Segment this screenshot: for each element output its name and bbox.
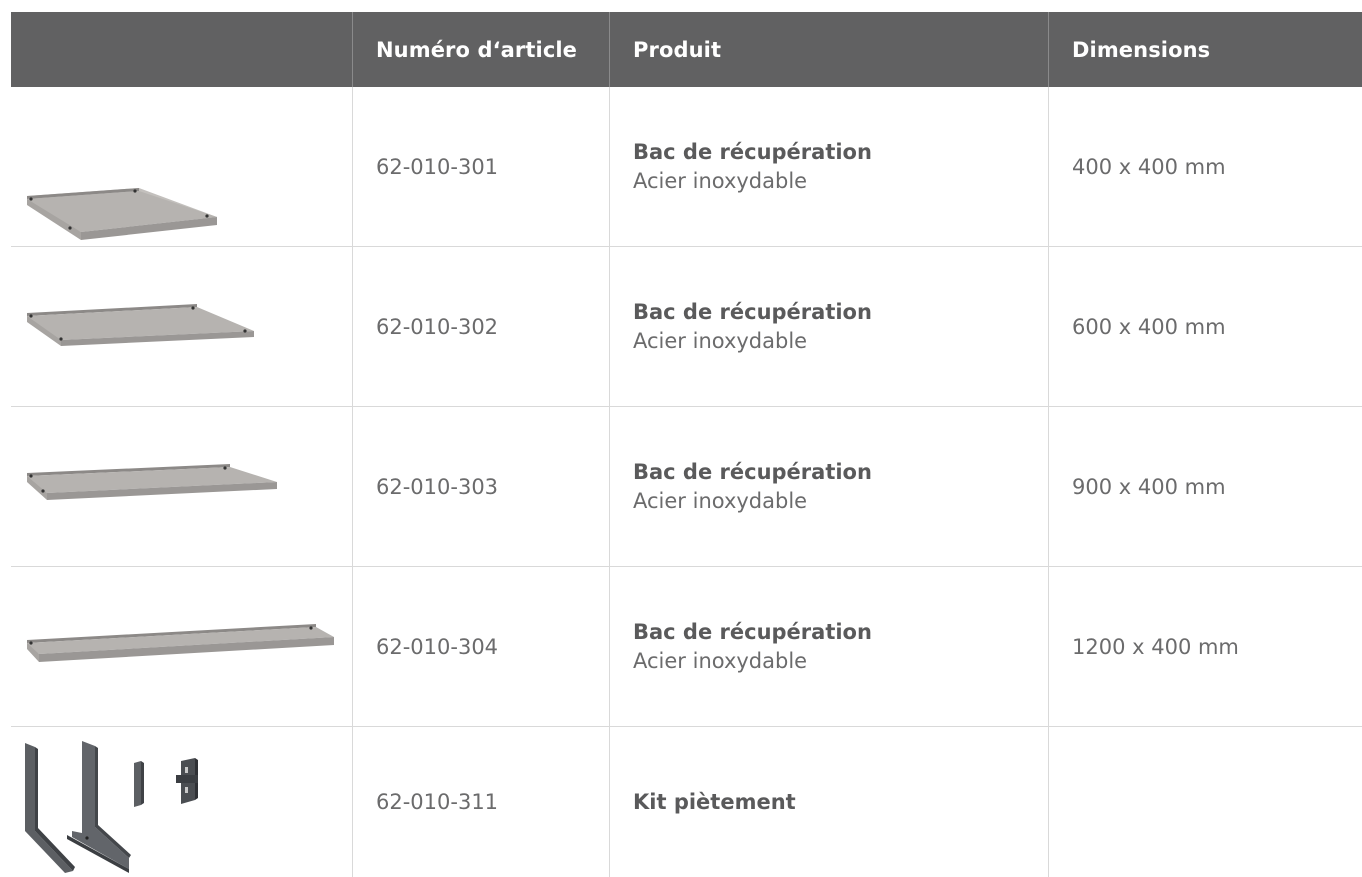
product-cell: Bac de récupération Acier inoxydable	[609, 407, 1048, 566]
product-cell: Bac de récupération Acier inoxydable	[609, 247, 1048, 406]
article-number: 62-010-303	[352, 407, 609, 566]
table-header: Numéro d‘article Produit Dimensions	[11, 12, 1362, 87]
product-cell: Bac de récupération Acier inoxydable	[609, 567, 1048, 726]
product-material: Acier inoxydable	[633, 168, 808, 193]
table-row: 62-010-301 Bac de récupération Acier ino…	[11, 87, 1362, 247]
article-number: 62-010-304	[352, 567, 609, 726]
product-name: Kit piètement	[633, 789, 796, 814]
table-row: 62-010-304 Bac de récupération Acier ino…	[11, 567, 1362, 727]
product-material: Acier inoxydable	[633, 328, 808, 353]
header-product: Produit	[609, 12, 1048, 87]
table-row: 62-010-303 Bac de récupération Acier ino…	[11, 407, 1362, 567]
drip-tray-900-image	[11, 407, 352, 566]
product-table: Numéro d‘article Produit Dimensions 62-0…	[11, 12, 1362, 877]
table-row: 62-010-311 Kit piètement	[11, 727, 1362, 877]
dimensions-cell	[1048, 727, 1362, 877]
header-image-column	[11, 12, 352, 87]
dimensions-cell: 600 x 400 mm	[1048, 247, 1362, 406]
article-number: 62-010-301	[352, 87, 609, 246]
product-name: Bac de récupération	[633, 459, 872, 484]
leg-kit-image	[11, 727, 352, 877]
drip-tray-1200-image	[11, 567, 352, 726]
drip-tray-600-image	[11, 247, 352, 406]
header-article-number: Numéro d‘article	[352, 12, 609, 87]
header-dimensions: Dimensions	[1048, 12, 1362, 87]
product-material: Acier inoxydable	[633, 488, 808, 513]
dimensions-cell: 400 x 400 mm	[1048, 87, 1362, 246]
dimensions-cell: 900 x 400 mm	[1048, 407, 1362, 566]
product-name: Bac de récupération	[633, 299, 872, 324]
table-row: 62-010-302 Bac de récupération Acier ino…	[11, 247, 1362, 407]
article-number: 62-010-302	[352, 247, 609, 406]
product-cell: Kit piètement	[609, 727, 1048, 877]
article-number: 62-010-311	[352, 727, 609, 877]
product-material: Acier inoxydable	[633, 648, 808, 673]
drip-tray-400-image	[11, 87, 352, 246]
product-name: Bac de récupération	[633, 619, 872, 644]
dimensions-cell: 1200 x 400 mm	[1048, 567, 1362, 726]
product-name: Bac de récupération	[633, 139, 872, 164]
product-cell: Bac de récupération Acier inoxydable	[609, 87, 1048, 246]
